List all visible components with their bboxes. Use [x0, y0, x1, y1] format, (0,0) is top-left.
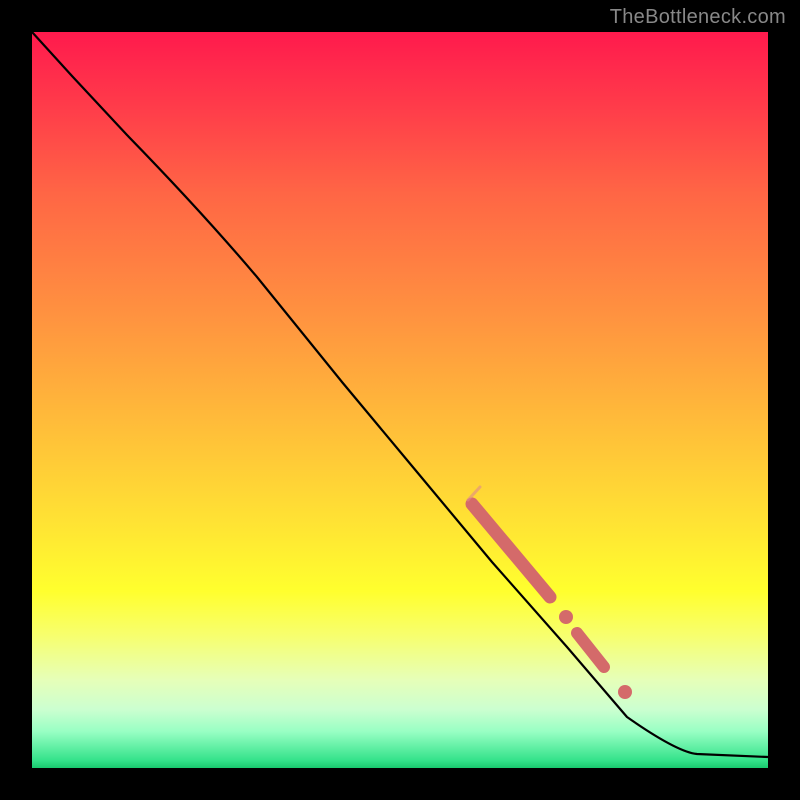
watermark-text: TheBottleneck.com: [610, 6, 786, 29]
highlight-dot-2: [618, 685, 632, 699]
highlight-dot-1: [559, 610, 573, 624]
curve-line: [32, 32, 768, 757]
plot-overlay: [32, 32, 768, 768]
chart-frame: TheBottleneck.com: [0, 0, 800, 800]
